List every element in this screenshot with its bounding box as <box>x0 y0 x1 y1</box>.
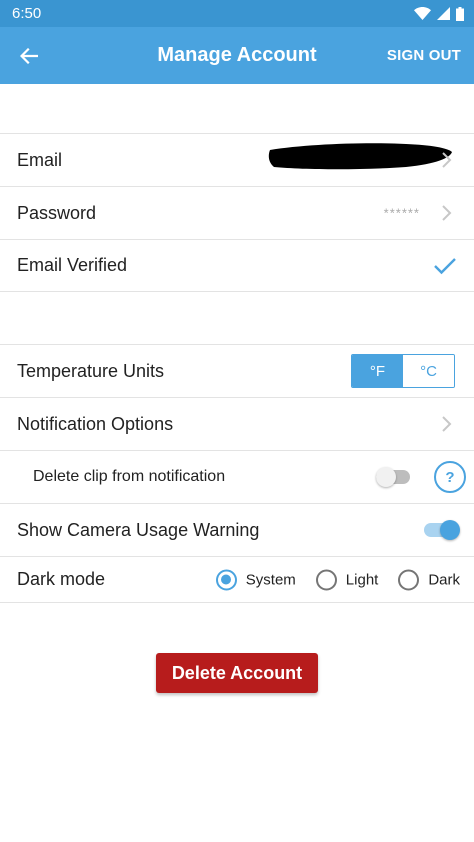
radio-button-unchecked <box>315 569 337 590</box>
dark-mode-dark-option[interactable]: Dark <box>398 569 460 590</box>
temperature-units-label: Temperature Units <box>17 360 165 381</box>
radio-label: Dark <box>428 571 460 588</box>
temperature-units-row: Temperature Units °F °C <box>0 344 474 397</box>
notification-options-row[interactable]: Notification Options <box>0 397 474 450</box>
camera-warning-switch[interactable] <box>424 520 460 540</box>
temperature-units-toggle: °F °C <box>351 354 455 388</box>
radio-label: System <box>245 571 296 588</box>
chevron-right-icon <box>442 416 452 432</box>
dark-mode-system-option[interactable]: System <box>215 569 296 590</box>
radio-label: Light <box>345 571 379 588</box>
email-label: Email <box>17 149 63 170</box>
account-section: Email Password ****** Email Verified <box>0 133 474 292</box>
checkmark-icon <box>434 257 456 274</box>
radio-button-unchecked <box>398 569 420 590</box>
switch-thumb <box>376 467 396 487</box>
password-label: Password <box>17 202 97 223</box>
email-redaction <box>268 143 452 170</box>
status-icons <box>414 6 464 21</box>
celsius-option[interactable]: °C <box>403 355 454 387</box>
notification-options-label: Notification Options <box>17 413 174 434</box>
fahrenheit-option[interactable]: °F <box>352 355 403 387</box>
delete-clip-label: Delete clip from notification <box>33 468 226 485</box>
dark-mode-light-option[interactable]: Light <box>315 569 379 590</box>
back-button[interactable] <box>12 39 46 73</box>
dark-mode-row: Dark mode System Light Dark <box>0 556 474 603</box>
signal-icon <box>437 7 450 20</box>
battery-icon <box>456 6 464 21</box>
email-row[interactable]: Email <box>0 133 474 186</box>
password-mask: ****** <box>383 205 420 221</box>
radio-button-checked <box>215 569 237 590</box>
email-verified-label: Email Verified <box>17 255 128 275</box>
sign-out-button[interactable]: SIGN OUT <box>387 27 461 84</box>
dark-mode-label: Dark mode <box>17 569 106 589</box>
delete-clip-row: Delete clip from notification ? <box>0 450 474 503</box>
email-verified-row: Email Verified <box>0 239 474 292</box>
delete-clip-switch[interactable] <box>376 467 410 487</box>
switch-thumb <box>440 520 460 540</box>
settings-section: Temperature Units °F °C Notification Opt… <box>0 344 474 603</box>
delete-account-button[interactable]: Delete Account <box>156 653 318 693</box>
camera-warning-label: Show Camera Usage Warning <box>17 519 260 540</box>
dark-mode-radio-group: System Light Dark <box>215 569 460 590</box>
camera-warning-row: Show Camera Usage Warning <box>0 503 474 556</box>
status-bar: 6:50 <box>0 0 474 27</box>
help-button[interactable]: ? <box>434 461 466 493</box>
arrow-left-icon <box>20 48 38 64</box>
status-time: 6:50 <box>12 5 42 22</box>
password-row[interactable]: Password ****** <box>0 186 474 239</box>
app-bar: Manage Account SIGN OUT <box>0 27 474 84</box>
chevron-right-icon <box>442 152 452 168</box>
wifi-icon <box>414 7 431 20</box>
chevron-right-icon <box>442 205 452 221</box>
